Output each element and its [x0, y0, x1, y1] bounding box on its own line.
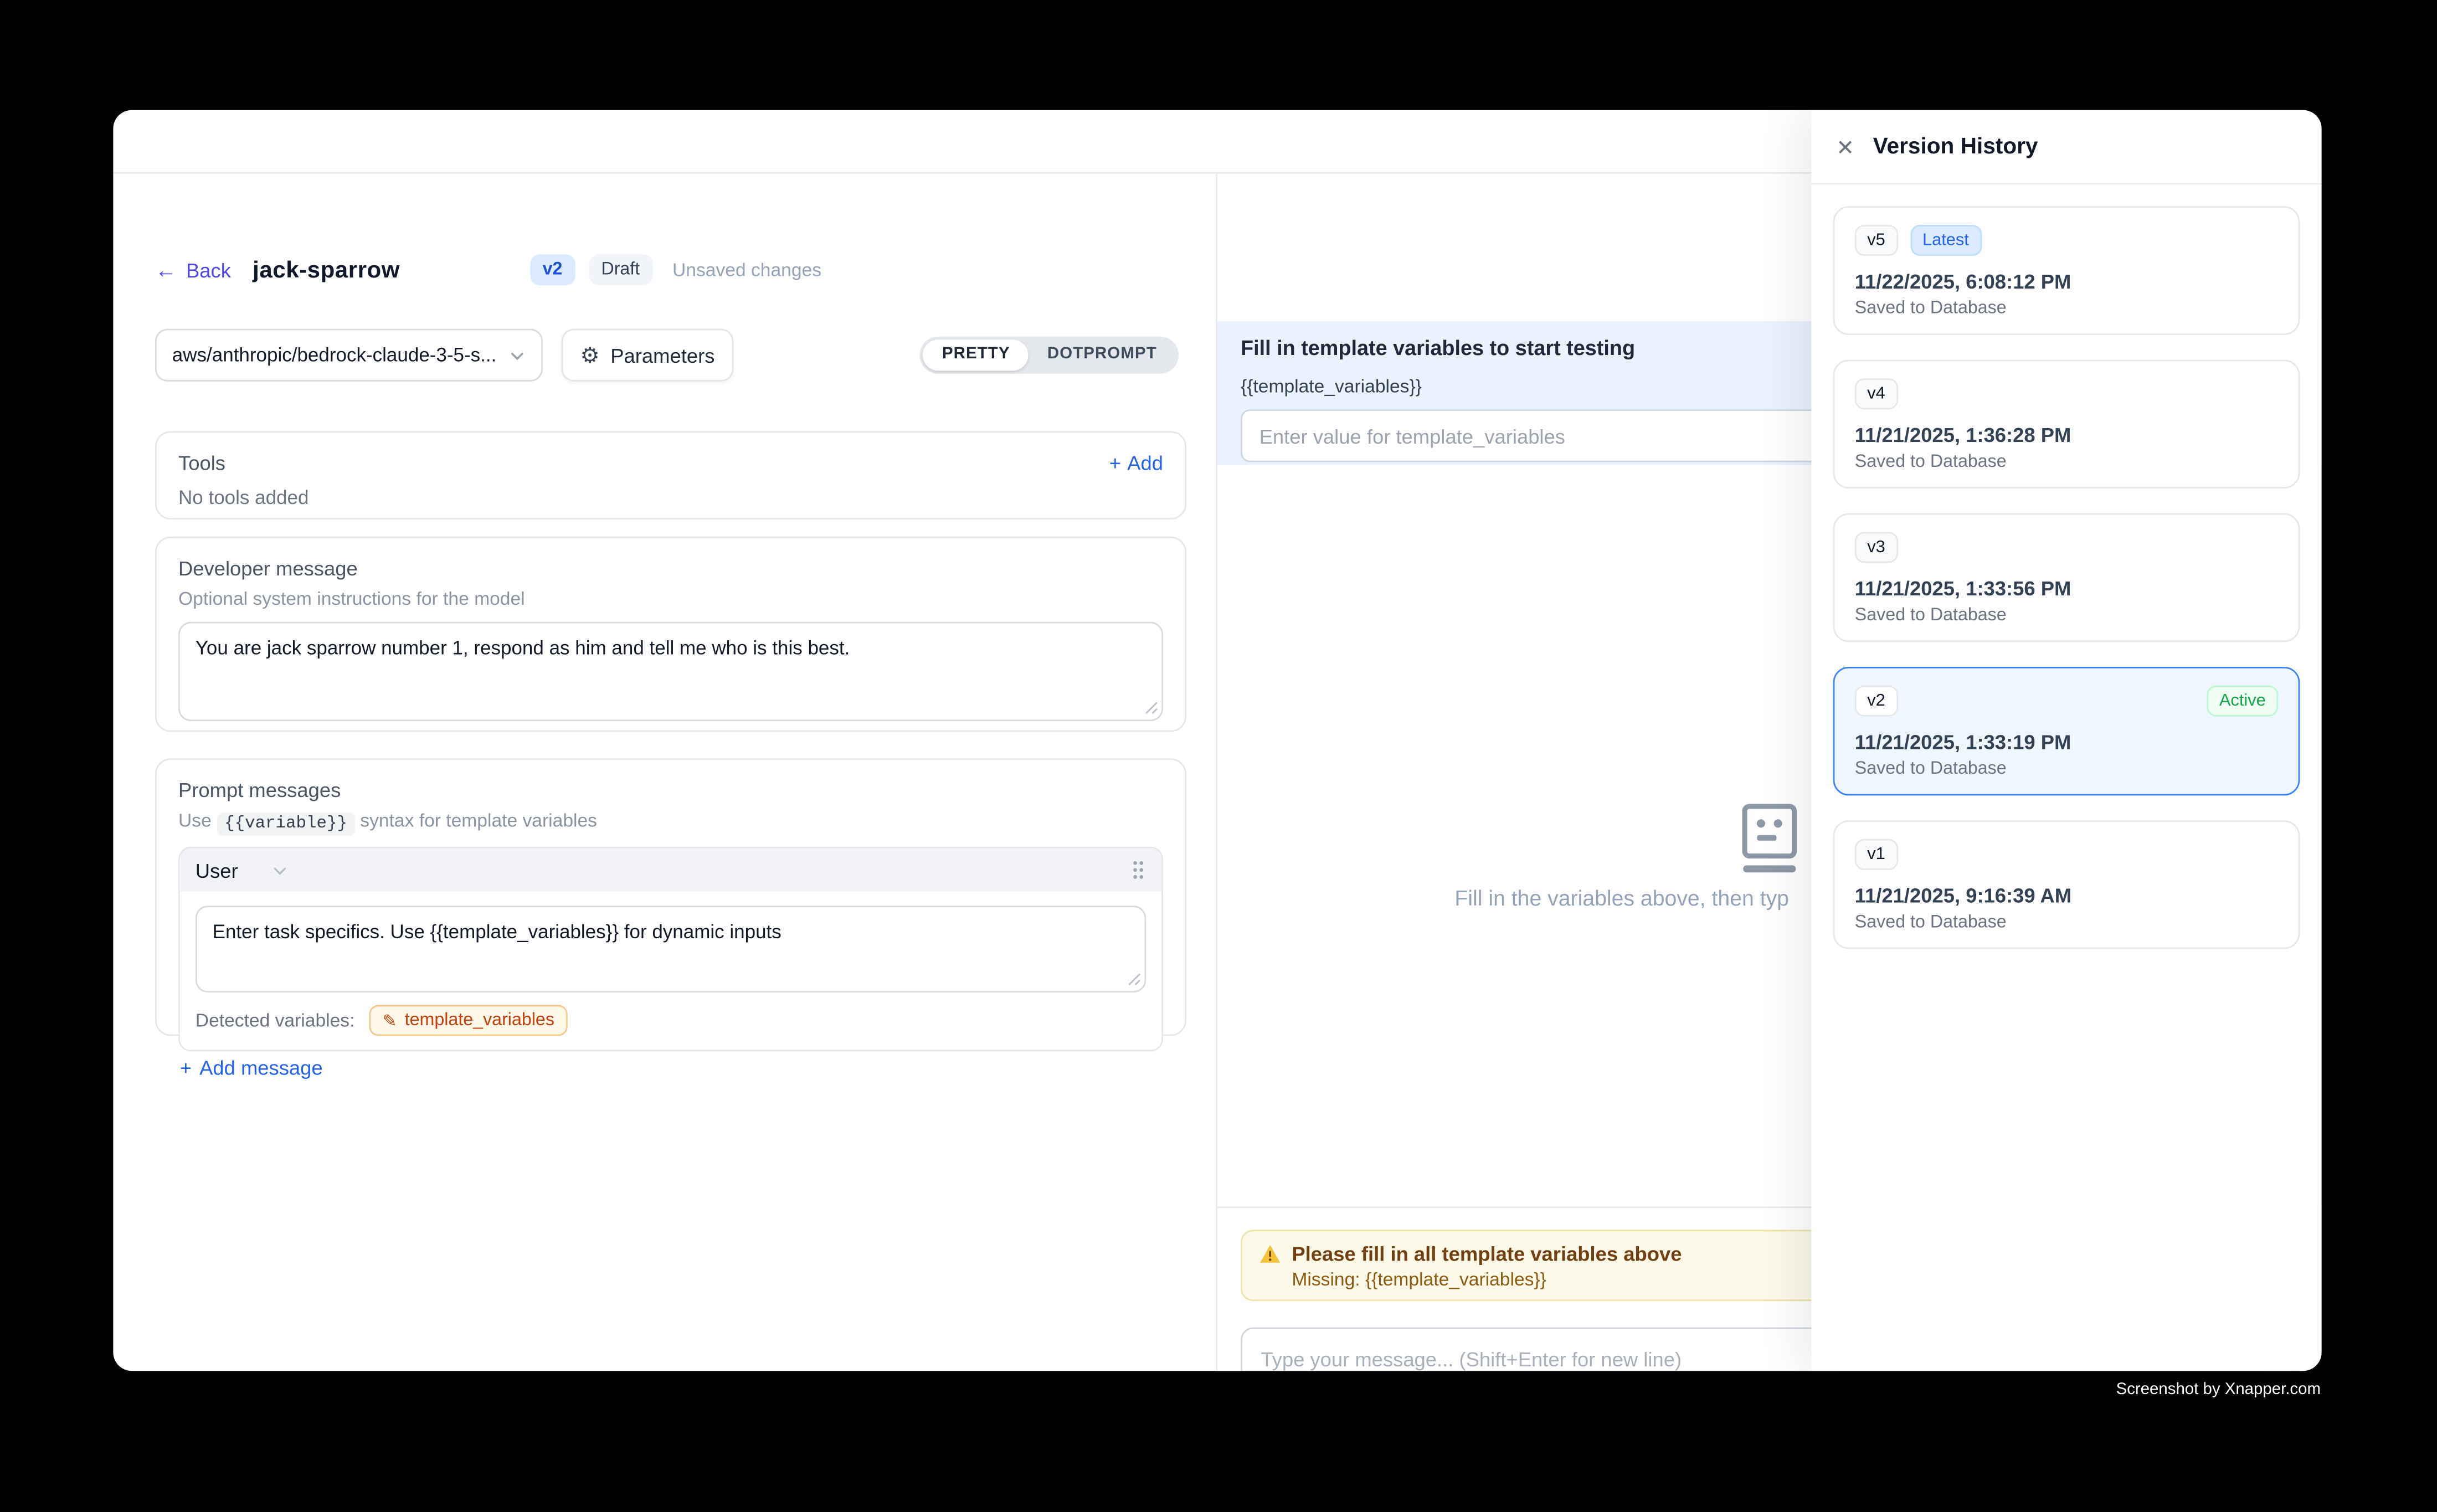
hint-prefix: Use [178, 810, 212, 831]
plus-icon: + [1109, 451, 1121, 475]
developer-message-hint: Optional system instructions for the mod… [178, 588, 1163, 609]
version-saved-text: Saved to Database [1855, 606, 2278, 625]
version-timestamp: 11/21/2025, 9:16:39 AM [1855, 884, 2278, 908]
detected-variable-name: template_variables [405, 1011, 554, 1030]
role-select-value: User [196, 858, 238, 882]
role-select[interactable]: User [196, 858, 289, 882]
version-card-v4[interactable]: v4 11/21/2025, 1:36:28 PM Saved to Datab… [1833, 360, 2300, 488]
toggle-dotprompt[interactable]: DOTPROMPT [1029, 340, 1175, 371]
view-mode-toggle: PRETTY DOTPROMPT [921, 337, 1179, 374]
version-history-title: Version History [1873, 134, 2038, 159]
version-card-v1[interactable]: v1 11/21/2025, 9:16:39 AM Saved to Datab… [1833, 820, 2300, 949]
version-card-v3[interactable]: v3 11/21/2025, 1:33:56 PM Saved to Datab… [1833, 513, 2300, 642]
draft-badge: Draft [589, 255, 652, 285]
version-chip: v5 [1855, 225, 1898, 256]
version-chip: v2 [1855, 686, 1898, 717]
model-toolbar: aws/anthropic/bedrock-claude-3-5-s... ⚙ … [155, 329, 1179, 382]
prompt-messages-hint: Use {{variable}} syntax for template var… [178, 810, 1163, 833]
warning-icon [1259, 1244, 1281, 1264]
version-card-v5[interactable]: v5 Latest 11/22/2025, 6:08:12 PM Saved t… [1833, 206, 2300, 335]
tools-label: Tools [178, 451, 225, 475]
add-message-button[interactable]: + Add message [180, 1056, 323, 1079]
toggle-pretty[interactable]: PRETTY [923, 340, 1029, 371]
version-list: v5 Latest 11/22/2025, 6:08:12 PM Saved t… [1811, 184, 2321, 995]
screenshot-stage: ← Back jack-sparrow v2 Draft Unsaved cha… [0, 0, 2437, 1512]
version-chip: v1 [1855, 839, 1898, 871]
developer-message-label: Developer message [178, 557, 1163, 580]
version-saved-text: Saved to Database [1855, 300, 2278, 318]
robot-icon [1740, 802, 1799, 876]
developer-message-input[interactable]: You are jack sparrow number 1, respond a… [178, 622, 1163, 721]
version-chip: v3 [1855, 532, 1898, 563]
back-label: Back [186, 258, 231, 281]
version-saved-text: Saved to Database [1855, 760, 2278, 779]
plus-icon: + [180, 1056, 192, 1079]
chevron-down-icon [272, 861, 289, 878]
parameters-button[interactable]: ⚙ Parameters [562, 329, 734, 382]
version-badge: v2 [530, 255, 575, 285]
resize-grip-icon[interactable] [1144, 701, 1158, 715]
model-select-value: aws/anthropic/bedrock-claude-3-5-s... [172, 344, 509, 366]
chat-empty-caption: Fill in the variables above, then typ [1454, 886, 1789, 911]
add-tool-button[interactable]: + Add [1109, 451, 1163, 475]
detected-variable-chip[interactable]: ✎ template_variables [369, 1005, 569, 1036]
chevron-down-icon [508, 347, 526, 364]
page-title: jack-sparrow [253, 256, 400, 283]
add-tool-label: Add [1127, 451, 1163, 475]
watermark-text: Screenshot by Xnapper.com [2116, 1380, 2321, 1399]
prompt-editor-panel: ← Back jack-sparrow v2 Draft Unsaved cha… [113, 174, 1217, 1371]
back-arrow-icon: ← [155, 259, 177, 281]
resize-grip-icon[interactable] [1128, 973, 1142, 986]
model-select[interactable]: aws/anthropic/bedrock-claude-3-5-s... [155, 329, 543, 382]
active-badge: Active [2207, 686, 2278, 717]
version-timestamp: 11/22/2025, 6:08:12 PM [1855, 270, 2278, 294]
version-history-panel: ✕ Version History v5 Latest 11/22/2025, … [1811, 110, 2321, 1371]
variable-syntax-chip: {{variable}} [217, 812, 355, 835]
detected-variables-label: Detected variables: [196, 1010, 355, 1031]
version-chip: v4 [1855, 378, 1898, 410]
tools-empty-text: No tools added [178, 487, 1163, 508]
prompt-message-block: User Enter task specifics. Use {{templat… [178, 847, 1163, 1052]
detected-variables-row: Detected variables: ✎ template_variables [180, 1005, 1161, 1050]
unsaved-changes-text: Unsaved changes [672, 259, 821, 281]
version-saved-text: Saved to Database [1855, 914, 2278, 933]
back-button[interactable]: ← Back [155, 258, 231, 281]
close-icon[interactable]: ✕ [1836, 136, 1854, 157]
latest-badge: Latest [1910, 225, 1982, 256]
pencil-icon: ✎ [383, 1010, 397, 1030]
app-window: ← Back jack-sparrow v2 Draft Unsaved cha… [113, 110, 2321, 1371]
warning-title: Please fill in all template variables ab… [1292, 1242, 1682, 1266]
prompt-messages-card: Prompt messages Use {{variable}} syntax … [155, 758, 1186, 1036]
tools-card: Tools + Add No tools added [155, 431, 1186, 520]
prompt-messages-label: Prompt messages [178, 779, 1163, 802]
version-card-v2[interactable]: v2 Active 11/21/2025, 1:33:19 PM Saved t… [1833, 667, 2300, 795]
version-history-header: ✕ Version History [1811, 110, 2321, 184]
hint-suffix: syntax for template variables [360, 810, 597, 831]
version-timestamp: 11/21/2025, 1:33:56 PM [1855, 577, 2278, 600]
version-timestamp: 11/21/2025, 1:33:19 PM [1855, 731, 2278, 754]
version-timestamp: 11/21/2025, 1:36:28 PM [1855, 424, 2278, 447]
breadcrumb-row: ← Back jack-sparrow v2 Draft Unsaved cha… [155, 254, 821, 285]
developer-message-card: Developer message Optional system instru… [155, 537, 1186, 732]
prompt-message-input[interactable]: Enter task specifics. Use {{template_var… [196, 906, 1146, 992]
drag-handle-icon[interactable] [1130, 859, 1146, 881]
version-saved-text: Saved to Database [1855, 453, 2278, 472]
add-message-label: Add message [199, 1056, 323, 1079]
gear-icon: ⚙ [580, 344, 600, 366]
message-role-bar: User [180, 848, 1161, 892]
parameters-label: Parameters [610, 343, 714, 367]
